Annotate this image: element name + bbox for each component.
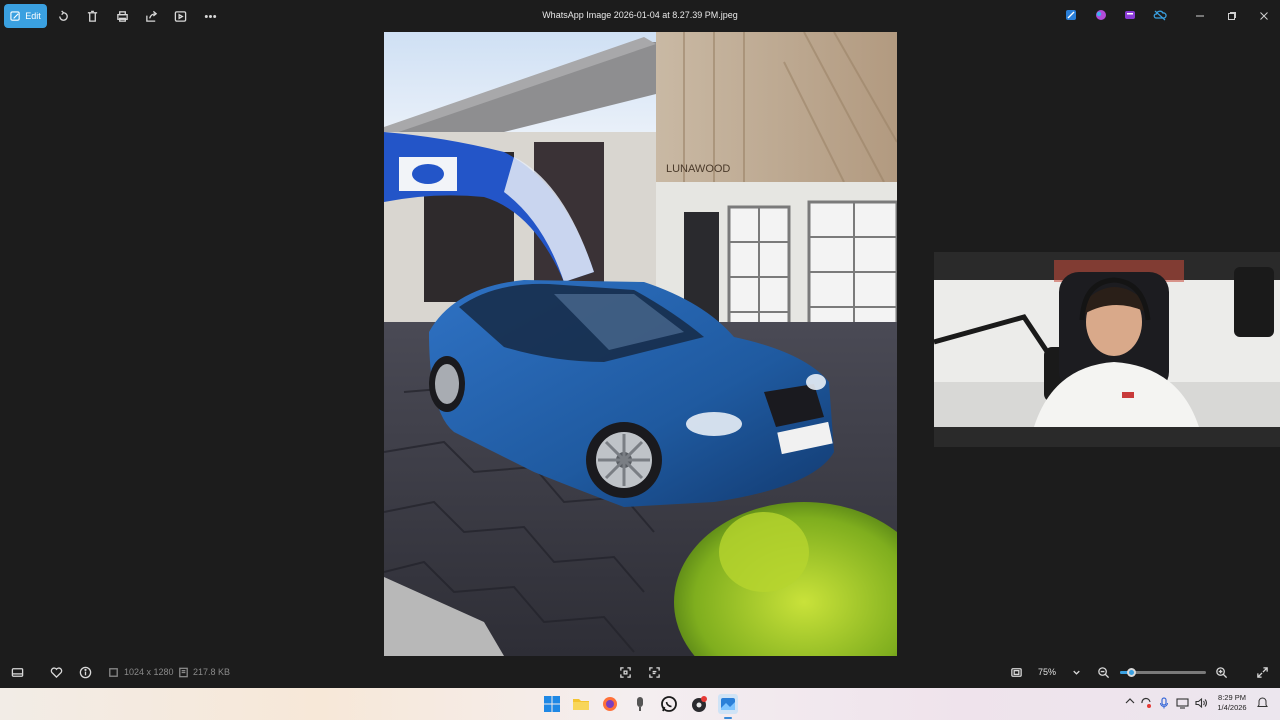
restore-icon[interactable] — [1221, 6, 1243, 26]
file-size-icon — [173, 662, 193, 682]
tray-network-icon[interactable] — [1176, 697, 1189, 711]
onedrive-sync-off-icon[interactable] — [1153, 8, 1167, 26]
visual-search-icon[interactable] — [644, 662, 664, 682]
active-app-indicator — [724, 717, 732, 719]
filmstrip-icon[interactable] — [7, 662, 27, 682]
car-photo: LUNAWOOD — [384, 32, 897, 656]
zoom-dropdown-chevron-icon[interactable] — [1066, 662, 1086, 682]
file-explorer-icon[interactable] — [571, 694, 591, 714]
fit-to-window-icon[interactable] — [1006, 662, 1026, 682]
photos-icon[interactable] — [718, 694, 738, 714]
microphone-app-icon[interactable] — [630, 694, 650, 714]
file-size: 217.8 KB — [193, 667, 231, 677]
designer-icon[interactable] — [1095, 8, 1107, 26]
clipchamp-icon[interactable] — [1124, 8, 1136, 26]
windows-taskbar — [0, 688, 1280, 720]
minimize-icon[interactable] — [1189, 6, 1211, 26]
dimensions-icon — [103, 662, 123, 682]
clock-date: 1/4/2026 — [1217, 703, 1247, 712]
clock-time: 8:29 PM — [1218, 693, 1246, 702]
top-toolbar: Edit WhatsApp Image 2026-01-04 at 8.27.3… — [0, 0, 1280, 32]
tray-chevron-up-icon[interactable] — [1125, 697, 1135, 707]
firefox-icon[interactable] — [600, 694, 620, 714]
ai-edit-icon[interactable] — [1065, 8, 1077, 26]
zoom-level[interactable]: 75% — [1038, 667, 1056, 677]
zoom-slider-thumb[interactable] — [1126, 668, 1136, 677]
notifications-icon[interactable] — [1257, 697, 1268, 711]
windows-start-icon[interactable] — [542, 694, 562, 714]
zoom-out-icon[interactable] — [1093, 662, 1113, 682]
crop-fit-icon[interactable] — [615, 662, 635, 682]
info-icon[interactable] — [75, 662, 95, 682]
whatsapp-icon[interactable] — [659, 694, 679, 714]
close-icon[interactable] — [1253, 6, 1275, 26]
webcam-feed — [934, 252, 1280, 447]
window-title: WhatsApp Image 2026-01-04 at 8.27.39 PM.… — [542, 10, 738, 20]
obs-icon[interactable] — [689, 694, 709, 714]
photos-app-window: Edit WhatsApp Image 2026-01-04 at 8.27.3… — [0, 0, 1280, 688]
webcam-overlay — [934, 252, 1280, 447]
photo-canvas[interactable]: LUNAWOOD — [384, 32, 897, 656]
zoom-in-icon[interactable] — [1211, 662, 1231, 682]
taskbar-clock[interactable]: 8:29 PM 1/4/2026 — [1212, 693, 1252, 713]
fullscreen-icon[interactable] — [1252, 662, 1272, 682]
zoom-slider[interactable] — [1120, 668, 1206, 677]
tray-microphone-icon[interactable] — [1159, 697, 1169, 711]
tray-sync-icon[interactable] — [1140, 697, 1152, 711]
status-bar — [0, 660, 1280, 684]
storefront-sign: LUNAWOOD — [666, 163, 730, 175]
favorite-icon[interactable] — [46, 662, 66, 682]
image-dimensions: 1024 x 1280 — [124, 667, 174, 677]
tray-volume-icon[interactable] — [1195, 697, 1208, 711]
